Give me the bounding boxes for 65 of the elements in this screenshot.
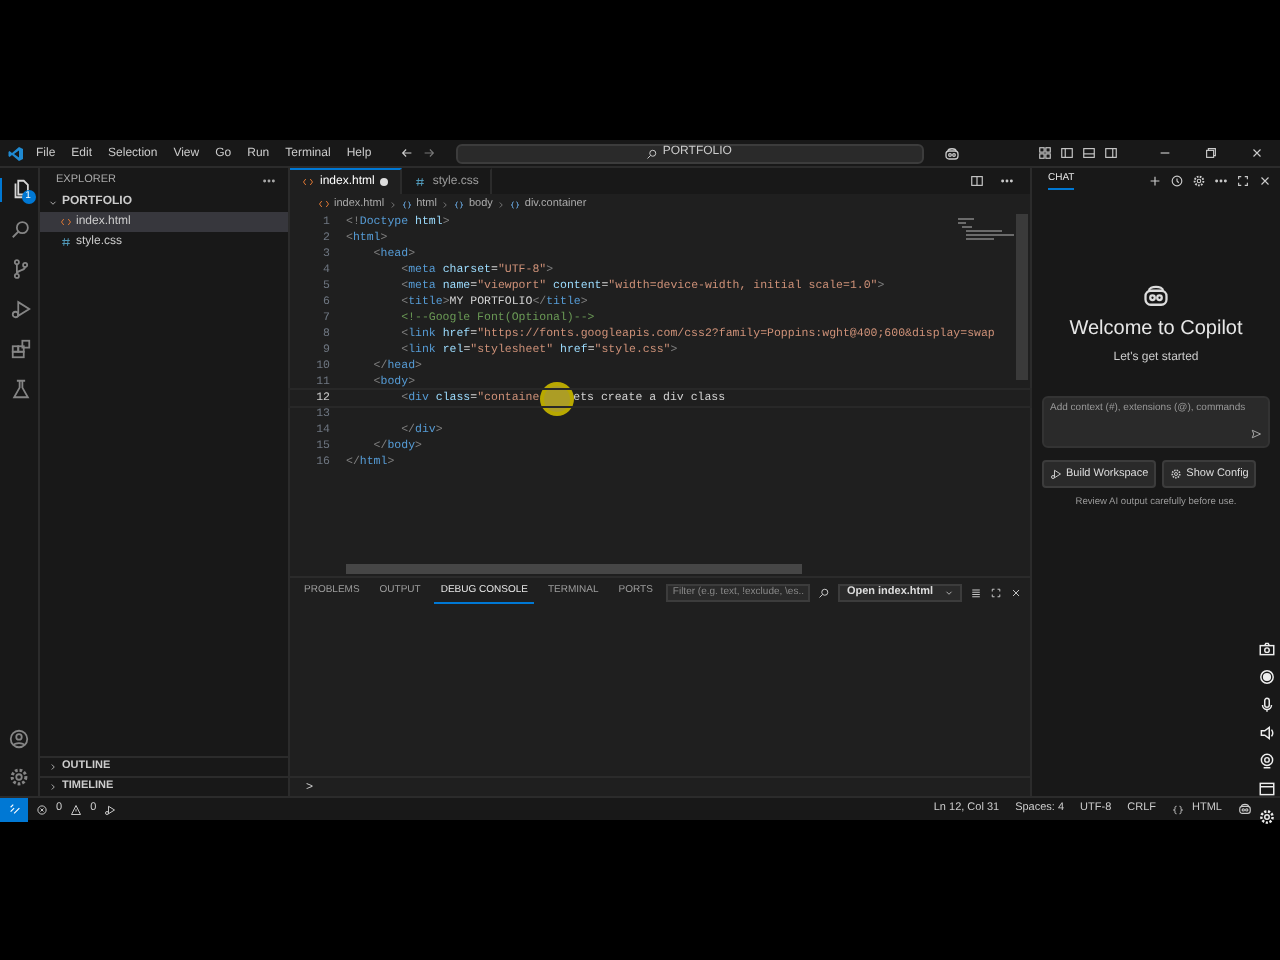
microphone-icon[interactable] bbox=[1258, 696, 1276, 714]
files-icon[interactable] bbox=[9, 178, 31, 200]
app-logo-icon bbox=[8, 145, 24, 161]
more-icon[interactable] bbox=[1000, 174, 1014, 188]
forward-arrow-icon[interactable] bbox=[421, 146, 436, 160]
close-icon[interactable] bbox=[1258, 174, 1272, 188]
settings-icon[interactable] bbox=[1192, 174, 1206, 188]
filter-icon[interactable] bbox=[818, 585, 831, 599]
code-file-icon bbox=[318, 198, 330, 210]
play-icon bbox=[1050, 468, 1062, 481]
settings-icon bbox=[1170, 468, 1183, 481]
sidebar-toggle-icon[interactable] bbox=[1060, 146, 1074, 160]
robot-icon[interactable] bbox=[1238, 802, 1252, 816]
warning-icon bbox=[70, 803, 83, 815]
remote-icon bbox=[7, 802, 21, 816]
close-icon[interactable] bbox=[1250, 146, 1264, 160]
new-chat-icon[interactable] bbox=[1148, 174, 1162, 188]
robot-icon[interactable] bbox=[943, 145, 960, 161]
symbol-icon bbox=[402, 199, 413, 209]
back-arrow-icon[interactable] bbox=[399, 146, 414, 160]
maximize-icon[interactable] bbox=[989, 585, 1002, 599]
code-file-icon bbox=[302, 176, 314, 188]
chevron-icon bbox=[388, 199, 399, 209]
cursor-highlight bbox=[539, 381, 574, 415]
code-file-icon bbox=[60, 216, 72, 228]
scrollbar[interactable] bbox=[1016, 214, 1028, 380]
more-icon[interactable] bbox=[1214, 174, 1228, 188]
flask-icon[interactable] bbox=[9, 378, 31, 400]
branch-icon[interactable] bbox=[9, 258, 31, 280]
hash-file-icon bbox=[60, 236, 72, 248]
minimap[interactable] bbox=[958, 218, 1014, 242]
window-icon[interactable] bbox=[1258, 780, 1276, 798]
list-icon[interactable] bbox=[969, 585, 982, 599]
speaker-icon[interactable] bbox=[1258, 724, 1276, 742]
sidebar-toggle-icon[interactable] bbox=[1104, 146, 1118, 160]
panel-toggle-icon[interactable] bbox=[1082, 146, 1096, 160]
scrollbar[interactable] bbox=[346, 564, 802, 574]
robot-icon bbox=[1142, 282, 1170, 310]
remote-button[interactable] bbox=[0, 797, 28, 821]
braces-icon bbox=[1172, 803, 1185, 815]
chevron-icon bbox=[496, 199, 507, 209]
close-icon[interactable] bbox=[1009, 585, 1022, 599]
search-icon bbox=[646, 147, 659, 159]
play-bug-icon[interactable] bbox=[9, 298, 31, 320]
error-icon bbox=[36, 803, 48, 815]
webcam-icon[interactable] bbox=[1258, 752, 1276, 770]
history-icon[interactable] bbox=[1170, 174, 1184, 188]
welcome-heading: Welcome to Copilot bbox=[1069, 318, 1243, 342]
grid-layout-icon[interactable] bbox=[1038, 146, 1052, 160]
blocks-icon[interactable] bbox=[9, 338, 31, 360]
play-bug-icon[interactable] bbox=[104, 803, 117, 815]
record-icon[interactable] bbox=[1258, 668, 1276, 686]
split-editor-icon[interactable] bbox=[970, 174, 984, 188]
restore-icon[interactable] bbox=[1204, 146, 1218, 160]
hash-file-icon bbox=[414, 176, 427, 188]
caret-icon bbox=[943, 587, 954, 597]
search-icon[interactable] bbox=[9, 218, 31, 240]
camera-icon[interactable] bbox=[1258, 640, 1276, 658]
send-icon[interactable] bbox=[1250, 428, 1262, 440]
account-icon[interactable] bbox=[8, 728, 30, 750]
minimize-icon[interactable] bbox=[1158, 146, 1172, 160]
symbol-icon bbox=[454, 199, 465, 209]
chevron-icon bbox=[440, 199, 451, 209]
symbol-icon bbox=[510, 199, 521, 209]
maximize-icon[interactable] bbox=[1236, 174, 1250, 188]
